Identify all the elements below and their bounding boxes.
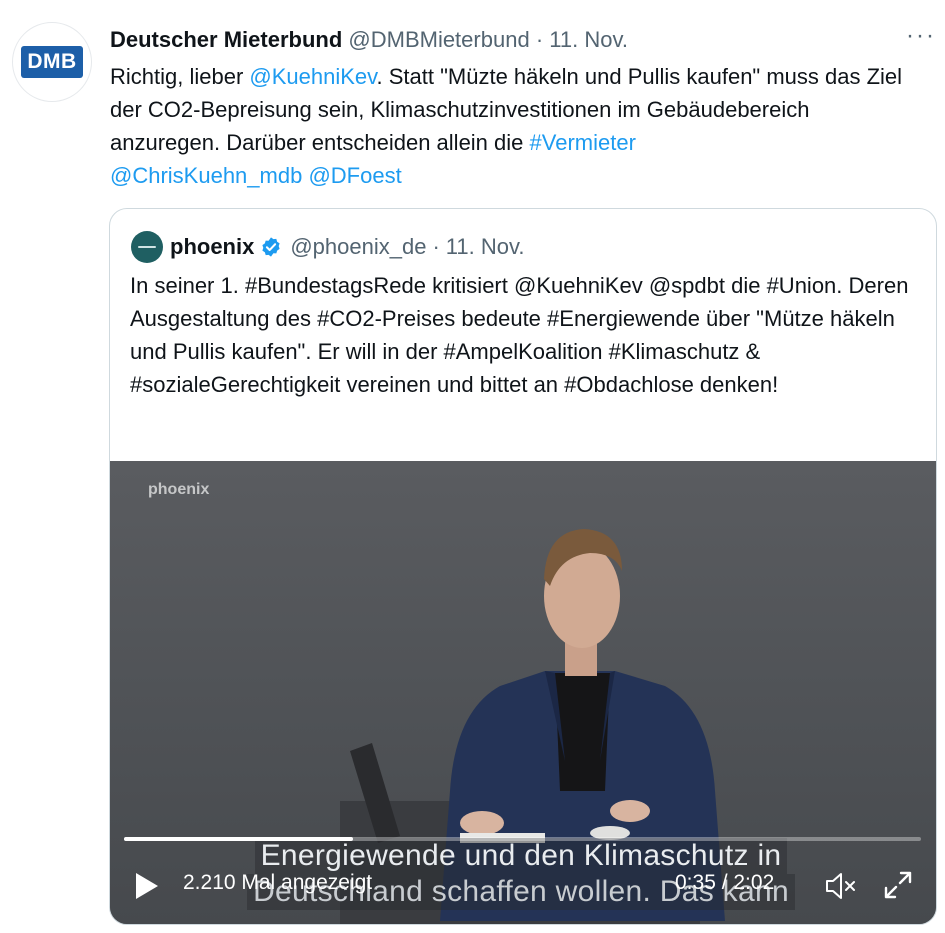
- dmb-logo: DMB: [21, 46, 83, 78]
- quoted-author-handle[interactable]: @phoenix_de: [290, 233, 426, 261]
- author-name[interactable]: Deutscher Mieterbund: [110, 27, 342, 52]
- play-icon[interactable]: [132, 871, 160, 901]
- video-progress-bar[interactable]: [124, 837, 921, 841]
- watermark-text: phoenix: [148, 481, 210, 498]
- phoenix-logo-icon: [138, 246, 156, 248]
- video-controls: 2.210 Mal angezeigt 0:35 / 2:02: [110, 849, 936, 919]
- tweet-header: Deutscher Mieterbund @DMBMieterbund · 11…: [110, 26, 628, 54]
- mention-link[interactable]: @DFoest: [308, 163, 401, 188]
- hashtag-link[interactable]: #Vermieter: [530, 130, 636, 155]
- view-count: 2.210 Mal angezeigt: [183, 871, 373, 894]
- video-progress-fill: [124, 837, 353, 841]
- author-handle[interactable]: @DMBMieterbund: [348, 27, 529, 52]
- phoenix-avatar[interactable]: [131, 231, 163, 263]
- fullscreen-icon[interactable]: [882, 869, 914, 901]
- header-separator: ·: [535, 27, 544, 52]
- quoted-tweet-card[interactable]: phoenix @phoenix_de · 11. Nov. In seiner…: [109, 208, 937, 925]
- more-options-icon[interactable]: ···: [906, 22, 936, 50]
- phoenix-watermark: phoenix: [148, 481, 209, 505]
- video-player[interactable]: phoenix Energiewende und den Klimaschutz…: [110, 461, 936, 924]
- verified-badge-icon: [262, 237, 280, 257]
- quoted-header-separator: ·: [432, 234, 440, 259]
- tweet-date[interactable]: 11. Nov.: [549, 27, 628, 52]
- tweet-text: Richtig, lieber @KuehniKev. Statt "Müzte…: [110, 60, 925, 192]
- watermark-subtext: [148, 499, 209, 505]
- mention-link[interactable]: @ChrisKuehn_mdb: [110, 163, 302, 188]
- quoted-tweet-text: In seiner 1. #BundestagsRede kritisiert …: [130, 273, 909, 397]
- speaker-muted-icon[interactable]: [824, 871, 858, 901]
- quoted-tweet-date[interactable]: 11. Nov.: [446, 233, 525, 261]
- quoted-author-name[interactable]: phoenix: [170, 233, 254, 261]
- video-time: 0:35 / 2:02: [675, 871, 775, 894]
- mention-link[interactable]: @KuehniKev: [249, 64, 376, 89]
- quoted-tweet-header: phoenix @phoenix_de · 11. Nov.: [170, 233, 524, 261]
- author-avatar[interactable]: DMB: [12, 22, 92, 102]
- tweet-text-part: Richtig, lieber: [110, 64, 250, 89]
